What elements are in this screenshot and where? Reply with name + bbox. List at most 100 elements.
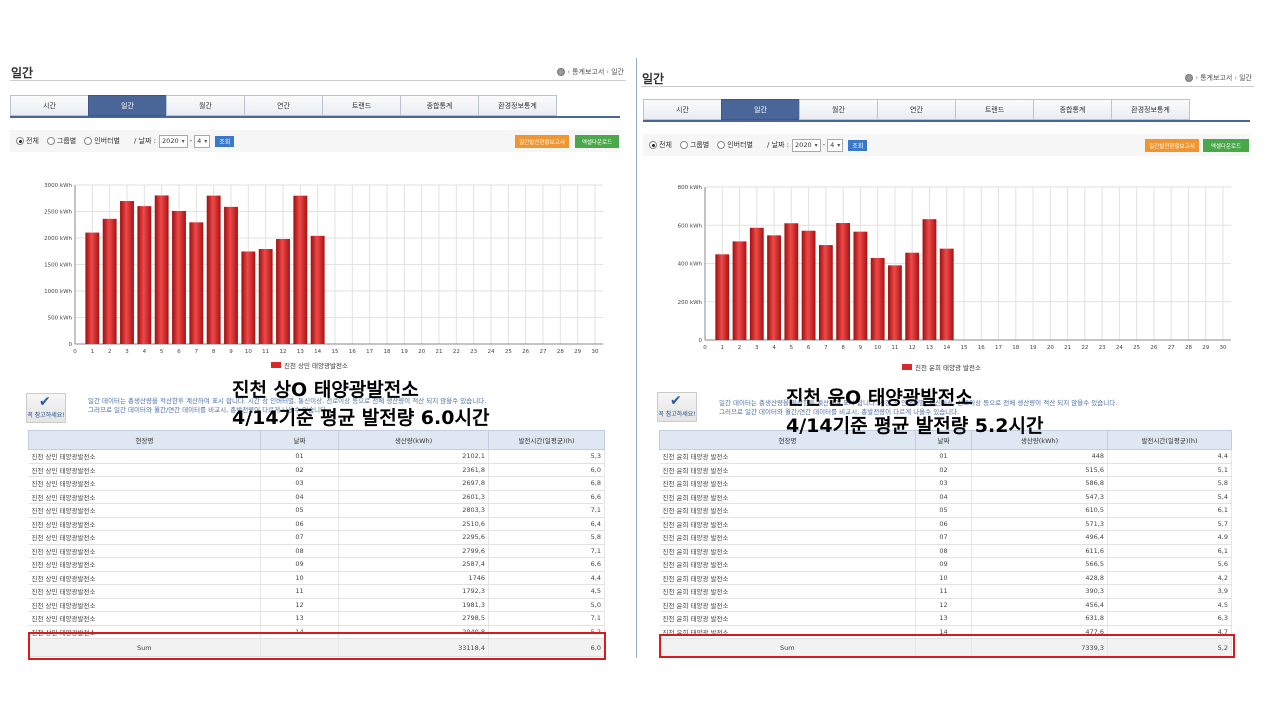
x-tick-label: 25	[505, 349, 512, 355]
table-cell: 2799,6	[338, 544, 489, 558]
table-cell: 4,5	[488, 584, 605, 599]
filter-bar: 전체 그룹별 인버터별 / 날짜 : 2020 ▾ - 4 ▾ 조회 일간발전현황보…	[643, 134, 1250, 156]
table-row: 진천 상민 태양광발전소 01 2102,1 5,3	[28, 449, 605, 464]
year-select[interactable]: 2020 ▾	[792, 138, 821, 152]
chart-bar	[276, 238, 290, 344]
y-tick-label: 800 kWh	[678, 185, 703, 191]
x-tick-label: 11	[891, 345, 898, 351]
table-cell: 5,8	[488, 530, 605, 545]
table-cell: 515,6	[971, 463, 1108, 477]
tab-environment[interactable]: 환경정보통계	[478, 95, 557, 116]
home-icon[interactable]	[1185, 74, 1194, 82]
tab-trend[interactable]: 트랜드	[955, 99, 1034, 120]
radio-label: 인버터별	[94, 137, 120, 145]
search-button[interactable]: 조회	[848, 139, 868, 151]
tab-summary[interactable]: 종합통계	[400, 95, 479, 116]
table-cell: 6,6	[488, 557, 605, 572]
chart-bar	[905, 252, 920, 340]
radio-dot[interactable]	[717, 141, 726, 149]
x-tick-label: 21	[436, 349, 443, 355]
radio-dot[interactable]	[649, 141, 657, 149]
x-tick-label: 0	[703, 345, 707, 351]
table-cell: 4,2	[1107, 571, 1232, 585]
y-tick-label: 1000 kWh	[44, 289, 72, 295]
chevron-right-icon: ›	[1234, 74, 1238, 82]
radio-inverter[interactable]: 인버터별	[717, 140, 753, 150]
y-tick-label: 0	[69, 342, 73, 348]
table-cell: 456,4	[971, 598, 1108, 612]
tab-bar: 시간 일간 월간 연간 트랜드 종합통계 환경정보통계	[643, 99, 1190, 120]
table-row: 진천 윤희 태양광 발전소 11 390,3 3,9	[659, 584, 1232, 599]
filter-bar: 전체 그룹별 인버터별 / 날짜 : 2020 ▾ - 4 ▾ 조회 일간발전현황보…	[10, 130, 620, 152]
x-tick-label: 25	[1133, 345, 1140, 351]
excel-download-button[interactable]: 엑셀다운로드	[575, 135, 619, 148]
table-cell: 6,4	[488, 517, 605, 531]
table-cell: 진천 윤희 태양광 발전소	[659, 490, 916, 504]
x-tick-label: 24	[1116, 345, 1123, 351]
table-row: 진천 상민 태양광발전소 10 1746 4,4	[28, 571, 605, 585]
table-cell: 진천 상민 태양광발전소	[28, 503, 261, 518]
search-button[interactable]: 조회	[215, 135, 235, 147]
table-cell: 01	[260, 449, 339, 464]
table-row: 진천 윤희 태양광 발전소 10 428,8 4,2	[659, 571, 1232, 585]
excel-download-button[interactable]: 엑셀다운로드	[1203, 139, 1249, 152]
table-cell: 08	[915, 544, 972, 558]
table-cell: 13	[915, 611, 972, 626]
home-icon[interactable]	[557, 68, 566, 76]
radio-dot[interactable]	[16, 137, 24, 145]
tab-trend[interactable]: 트랜드	[322, 95, 401, 116]
x-tick-label: 17	[995, 345, 1002, 351]
table-cell: 2601,3	[338, 490, 489, 504]
daily-report-button[interactable]: 일간발전현황보고서	[1145, 139, 1199, 152]
x-tick-label: 8	[212, 349, 216, 355]
tab-yearly[interactable]: 연간	[877, 99, 956, 120]
month-select[interactable]: 4 ▾	[194, 134, 211, 148]
radio-group[interactable]: 그룹별	[679, 140, 709, 150]
tab-environment[interactable]: 환경정보통계	[1111, 99, 1190, 120]
tab-daily[interactable]: 일간	[88, 95, 167, 116]
tab-daily[interactable]: 일간	[721, 99, 800, 120]
radio-all[interactable]: 전체	[16, 136, 39, 146]
table-cell: 진천 상민 태양광발전소	[28, 517, 261, 531]
month-select[interactable]: 4 ▾	[827, 138, 844, 152]
table-cell: 428,8	[971, 571, 1108, 585]
x-tick-label: 16	[349, 349, 356, 355]
x-tick-label: 14	[314, 349, 321, 355]
radio-dot[interactable]	[46, 137, 55, 145]
chart-bar	[818, 245, 833, 340]
table-row: 진천 상민 태양광발전소 07 2295,6 5,8	[28, 530, 605, 545]
tab-underline	[10, 116, 620, 118]
table-cell: 10	[915, 571, 972, 585]
radio-inverter[interactable]: 인버터별	[84, 136, 120, 146]
radio-group[interactable]: 그룹별	[46, 136, 76, 146]
tab-yearly[interactable]: 연간	[244, 95, 323, 116]
tab-hourly[interactable]: 시간	[10, 95, 89, 116]
table-row: 진천 윤희 태양광 발전소 12 456,4 4,5	[659, 598, 1232, 612]
daily-report-button[interactable]: 일간발전현황보고서	[515, 135, 569, 148]
radio-dot[interactable]	[84, 137, 93, 145]
breadcrumb-item[interactable]: 통계보고서	[572, 67, 604, 77]
x-tick-label: 9	[859, 345, 863, 351]
table-cell: 610,5	[971, 503, 1108, 518]
overlay-subtitle-left: 4/14기준 평균 발전량 6.0시간	[232, 407, 490, 429]
table-cell: 07	[260, 530, 339, 545]
table-row: 진천 상민 태양광발전소 04 2601,3 6,6	[28, 490, 605, 504]
tab-monthly[interactable]: 월간	[799, 99, 878, 120]
table-cell: 진천 상민 태양광발전소	[28, 449, 261, 464]
year-select[interactable]: 2020 ▾	[159, 134, 188, 148]
divider	[10, 80, 626, 81]
tab-hourly[interactable]: 시간	[643, 99, 722, 120]
right-report-panel: 일간 › 통계보고서 › 일간 시간 일간 월간 연간 트랜드 종합통계 환경정…	[636, 58, 1258, 658]
x-tick-label: 7	[195, 349, 199, 355]
breadcrumb-item[interactable]: 통계보고서	[1200, 73, 1232, 83]
table-cell: 05	[260, 503, 339, 518]
tab-summary[interactable]: 종합통계	[1033, 99, 1112, 120]
radio-all[interactable]: 전체	[649, 140, 672, 150]
table-row: 진천 상민 태양광발전소 08 2799,6 7,1	[28, 544, 605, 558]
table-cell: 진천 윤희 태양광 발전소	[659, 544, 916, 558]
table-cell: 진천 윤희 태양광 발전소	[659, 463, 916, 477]
table-cell: 진천 윤희 태양광 발전소	[659, 449, 916, 464]
tab-monthly[interactable]: 월간	[166, 95, 245, 116]
radio-dot[interactable]	[679, 141, 688, 149]
x-tick-label: 4	[772, 345, 776, 351]
